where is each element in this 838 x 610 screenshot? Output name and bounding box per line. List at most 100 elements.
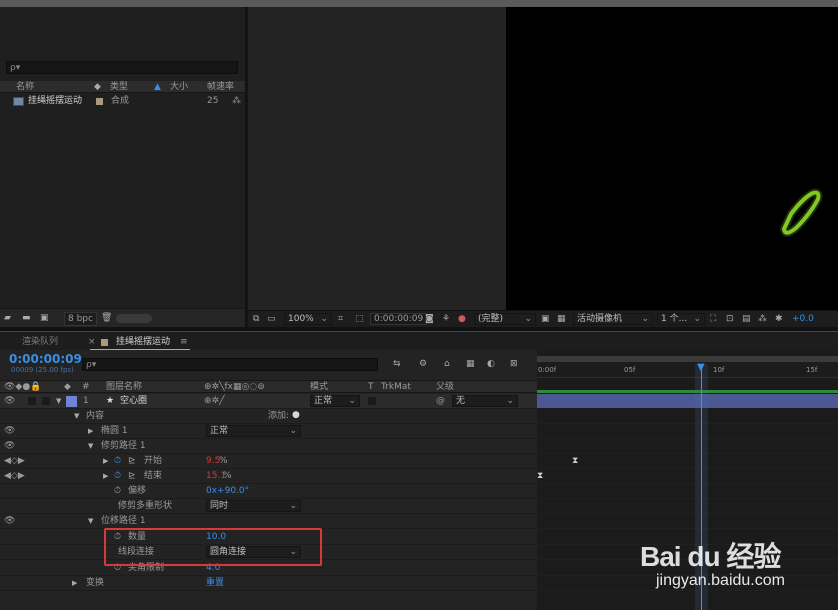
ellipse-mode-dropdown[interactable]: 正常 ⌄ bbox=[206, 425, 301, 437]
layer-switches[interactable]: ⊕✲╱ bbox=[204, 395, 225, 407]
thumbnail-slider[interactable] bbox=[116, 314, 152, 323]
eye-icon[interactable]: 👁 bbox=[4, 515, 15, 527]
eye-icon[interactable]: 👁 bbox=[4, 425, 15, 437]
reset-exposure-icon[interactable]: ✱ bbox=[775, 313, 783, 325]
viewer-timecode[interactable]: 0:00:00:09 bbox=[370, 313, 428, 325]
project-search-input[interactable]: ρ▾ bbox=[6, 61, 238, 74]
parent-dropdown[interactable]: 无 ⌄ bbox=[452, 395, 518, 407]
shy-layers-icon[interactable]: ⌂ bbox=[444, 358, 450, 370]
stopwatch-icon[interactable]: ⏱ bbox=[114, 470, 121, 482]
offset-value[interactable]: 0x+90.0° bbox=[206, 485, 249, 497]
tab-render-queue[interactable]: 渲染队列 bbox=[22, 336, 58, 348]
collapse-triangle-icon[interactable]: ▶ bbox=[88, 425, 93, 437]
track-row[interactable]: ⧗ bbox=[537, 469, 838, 484]
new-composition-icon[interactable]: ▣ bbox=[40, 312, 49, 324]
col-t[interactable]: T bbox=[368, 381, 374, 393]
flowchart-icon-viewer[interactable]: ⁂ bbox=[758, 313, 767, 325]
graph-icon[interactable]: ⊵ bbox=[128, 470, 136, 482]
lock-checkbox[interactable] bbox=[42, 397, 50, 405]
row-transform[interactable]: ▶ 变换 重置 bbox=[0, 576, 537, 591]
row-trim-offset[interactable]: ⏱ 偏移 0x+90.0° bbox=[0, 484, 537, 499]
flowchart-icon[interactable]: ⁂ bbox=[232, 95, 241, 107]
stopwatch-icon[interactable]: ⏱ bbox=[114, 455, 121, 467]
toggle-pixel-aspect-icon[interactable]: ⛶ bbox=[710, 313, 716, 325]
work-area-bar[interactable] bbox=[537, 356, 838, 362]
composition-viewer[interactable] bbox=[506, 7, 838, 310]
show-snapshot-icon[interactable]: ⚘ bbox=[442, 313, 450, 325]
layer-name[interactable]: 空心圈 bbox=[120, 395, 147, 407]
draft-3d-icon[interactable]: ⚙ bbox=[419, 358, 427, 370]
track-row[interactable] bbox=[537, 499, 838, 514]
expand-triangle-icon[interactable]: ▼ bbox=[88, 515, 93, 527]
keyframe-icon[interactable]: ⧗ bbox=[572, 455, 578, 467]
row-trim-paths[interactable]: 👁 ▼ 修剪路径 1 bbox=[0, 439, 537, 454]
interpret-footage-icon[interactable]: ▰ bbox=[4, 312, 11, 324]
row-offset-paths[interactable]: 👁 ▼ 位移路径 1 bbox=[0, 514, 537, 529]
track-row[interactable] bbox=[537, 409, 838, 424]
track-row[interactable] bbox=[537, 439, 838, 454]
col-framerate[interactable]: 帧速率 bbox=[207, 81, 234, 93]
track-row[interactable] bbox=[537, 514, 838, 529]
preserve-transparency-checkbox[interactable] bbox=[368, 397, 376, 405]
close-tab-icon[interactable]: × bbox=[88, 336, 96, 348]
collapse-triangle-icon[interactable]: ▶ bbox=[103, 470, 108, 482]
tab-composition[interactable]: 挂绳摇摆运动 bbox=[116, 336, 170, 348]
track-row[interactable] bbox=[537, 424, 838, 439]
keyframe-navigator[interactable]: ◀◇▶ bbox=[4, 470, 25, 482]
keyframe-icon[interactable]: ⧗ bbox=[537, 470, 543, 482]
eye-icon[interactable]: 👁 bbox=[4, 395, 15, 407]
av-features-icons[interactable]: 👁◆●🔒 bbox=[4, 381, 41, 393]
col-trkmat[interactable]: TrkMat bbox=[381, 381, 411, 393]
keyframe-navigator[interactable]: ◀◇▶ bbox=[4, 455, 25, 467]
layer-row-1[interactable]: 👁 ▼ 1 ★ 空心圈 ⊕✲╱ 正常 ⌄ @ 无 ⌄ bbox=[0, 394, 537, 409]
transparency-grid-icon[interactable]: ▦ bbox=[557, 313, 566, 325]
col-type[interactable]: 类型 bbox=[110, 81, 128, 93]
sort-asc-icon[interactable]: ▲ bbox=[154, 81, 161, 93]
stopwatch-icon[interactable]: ⏱ bbox=[114, 485, 121, 497]
add-menu-icon[interactable]: ● bbox=[292, 409, 300, 421]
current-time-display[interactable]: 0:00:00:09 bbox=[9, 352, 82, 366]
collapse-triangle-icon[interactable]: ▶ bbox=[72, 577, 77, 589]
col-name[interactable]: 名称 bbox=[16, 81, 34, 93]
graph-icon[interactable]: ⊵ bbox=[128, 455, 136, 467]
col-parent[interactable]: 父级 bbox=[436, 381, 454, 393]
playhead-handle-icon[interactable]: ▼ bbox=[697, 362, 705, 374]
project-item-comp[interactable]: 挂绳摇摆运动 合成 25 ⁂ bbox=[0, 95, 245, 108]
label-color-blue[interactable] bbox=[66, 396, 77, 407]
monitor-icon[interactable]: ▭ bbox=[267, 313, 276, 325]
collapse-triangle-icon[interactable]: ▶ bbox=[103, 455, 108, 467]
layer-search-input[interactable]: ρ▾ bbox=[82, 358, 378, 371]
track-row[interactable]: ⧗ bbox=[537, 454, 838, 469]
trash-icon[interactable]: 🗑 bbox=[101, 312, 112, 324]
row-ellipse[interactable]: 👁 ▶ 椭圆 1 正常 ⌄ bbox=[0, 424, 537, 439]
snapshot-icon[interactable]: ◙ bbox=[425, 313, 434, 325]
trim-multiple-dropdown[interactable]: 同时 ⌄ bbox=[206, 500, 301, 512]
graph-editor-icon[interactable]: ⊠ bbox=[510, 358, 518, 370]
row-contents[interactable]: ▼ 内容 添加: ● bbox=[0, 409, 537, 424]
eye-icon[interactable]: 👁 bbox=[4, 440, 15, 452]
title-safe-icon[interactable]: ⌗ bbox=[338, 313, 343, 325]
timeline-icon[interactable]: ▤ bbox=[742, 313, 751, 325]
row-trim-end[interactable]: ◀◇▶ ▶ ⏱ ⊵ 结束 15.1 % bbox=[0, 469, 537, 484]
pickwhip-icon[interactable]: @ bbox=[436, 395, 445, 407]
col-size[interactable]: 大小 bbox=[170, 81, 188, 93]
tag-icon[interactable]: ◆ bbox=[94, 81, 101, 93]
frame-blending-icon[interactable]: ▦ bbox=[466, 358, 475, 370]
track-row[interactable] bbox=[537, 484, 838, 499]
mask-visibility-icon[interactable]: ⬚ bbox=[355, 313, 364, 325]
col-mode[interactable]: 模式 bbox=[310, 381, 328, 393]
switches-icons[interactable]: ⊕✲╲fx▦◎◌⊚ bbox=[204, 381, 265, 393]
expand-triangle-icon[interactable]: ▼ bbox=[56, 395, 61, 407]
fast-preview-icon[interactable]: ⊡ bbox=[726, 313, 734, 325]
tab-menu-icon[interactable]: ≡ bbox=[180, 336, 188, 348]
always-preview-icon[interactable]: ⧉ bbox=[253, 313, 259, 325]
row-trim-multiple[interactable]: 修剪多重形状 同时 ⌄ bbox=[0, 499, 537, 514]
expand-triangle-icon[interactable]: ▼ bbox=[88, 440, 93, 452]
new-folder-icon[interactable]: ▬ bbox=[22, 312, 31, 324]
layer-duration-bar[interactable] bbox=[537, 394, 838, 408]
views-dropdown[interactable]: 1 个... ⌄ bbox=[657, 313, 705, 325]
col-number[interactable]: # bbox=[82, 381, 90, 393]
region-of-interest-icon[interactable]: ▣ bbox=[541, 313, 550, 325]
color-channel-icon[interactable]: ● bbox=[458, 313, 466, 325]
expand-triangle-icon[interactable]: ▼ bbox=[74, 410, 79, 422]
